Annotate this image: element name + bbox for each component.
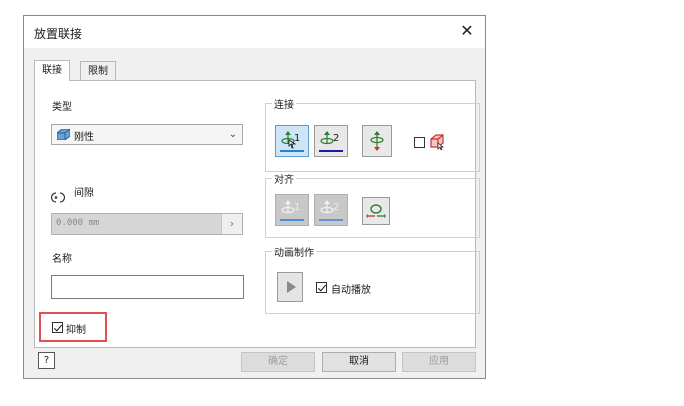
connect-2-label: 2 xyxy=(333,133,340,144)
animate-legend: 动画制作 xyxy=(274,248,314,259)
connect-flip-button[interactable] xyxy=(362,125,392,157)
lock-checkbox[interactable] xyxy=(52,322,63,333)
connect-origin-1-button[interactable]: 1 xyxy=(275,125,309,157)
gap-icon xyxy=(51,192,65,203)
rigid-joint-icon xyxy=(57,129,70,140)
play-icon xyxy=(287,281,296,293)
align-flip-button[interactable] xyxy=(362,197,390,225)
align-2-underline xyxy=(319,219,343,221)
cancel-button[interactable]: 取消 xyxy=(322,352,396,372)
tab-limits[interactable]: 限制 xyxy=(80,61,116,80)
play-button[interactable] xyxy=(277,272,303,302)
align-1-button[interactable]: 1 xyxy=(275,194,309,226)
close-icon[interactable]: ✕ xyxy=(457,21,477,41)
dialog-title: 放置联接 xyxy=(34,27,83,41)
joint-type-value: 刚性 xyxy=(74,132,94,143)
autoplay-label: 自动播放 xyxy=(331,285,371,296)
align-legend: 对齐 xyxy=(274,175,294,186)
name-label: 名称 xyxy=(52,254,72,265)
lock-label: 抑制 xyxy=(66,325,86,336)
chevron-down-icon: ⌄ xyxy=(228,129,237,140)
place-joint-dialog: 放置联接 ✕ 联接 限制 类型 刚性 ⌄ 间隙 0.000 mm › 名称 抑制… xyxy=(23,15,486,379)
connect-origin-2-button[interactable]: 2 xyxy=(314,125,348,157)
align-1-label: 1 xyxy=(294,202,301,213)
gap-label: 间隙 xyxy=(74,188,94,199)
connect-1-label: 1 xyxy=(294,133,301,144)
connect-legend: 连接 xyxy=(274,100,294,111)
align-2-button[interactable]: 2 xyxy=(314,194,348,226)
gap-value: 0.000 mm xyxy=(56,218,100,228)
tab-joint[interactable]: 联接 xyxy=(34,60,70,81)
ok-button[interactable]: 确定 xyxy=(241,352,315,372)
title-bar: 放置联接 ✕ xyxy=(24,16,485,48)
apply-button[interactable]: 应用 xyxy=(402,352,476,372)
autoplay-checkbox[interactable] xyxy=(316,282,327,293)
connect-1-underline xyxy=(280,150,304,152)
align-1-underline xyxy=(280,219,304,221)
connect-checkbox[interactable] xyxy=(414,137,425,148)
flip-icon xyxy=(370,131,384,151)
name-input[interactable] xyxy=(51,275,244,299)
type-label: 类型 xyxy=(52,102,72,113)
chevron-right-icon: › xyxy=(221,214,242,234)
align-flip-icon xyxy=(366,204,386,218)
connect-2-underline xyxy=(319,150,343,152)
gap-value-field: 0.000 mm › xyxy=(51,213,243,235)
align-2-label: 2 xyxy=(333,202,340,213)
red-cube-select-icon[interactable] xyxy=(429,134,445,150)
joint-type-select[interactable]: 刚性 ⌄ xyxy=(51,124,243,145)
help-icon[interactable]: ? xyxy=(38,352,55,369)
